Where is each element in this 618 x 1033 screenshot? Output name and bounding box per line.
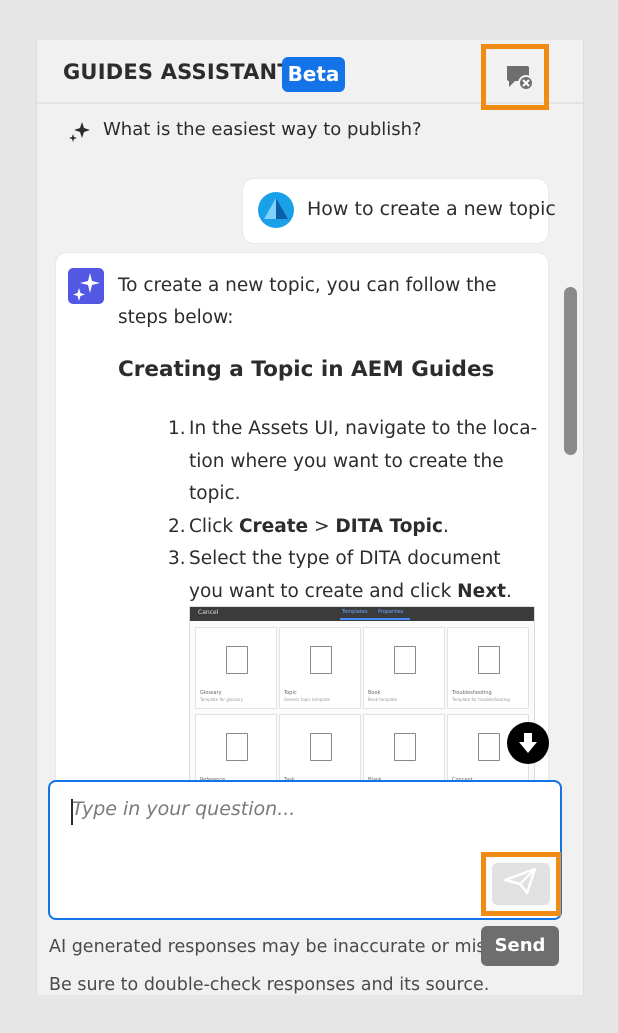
template-card-sub: Template for troubleshooting <box>452 697 510 702</box>
step-separator: > <box>308 515 336 537</box>
clear-chat-icon <box>507 66 534 91</box>
send-button[interactable] <box>481 852 561 916</box>
screenshot-tab: Properties <box>378 609 404 615</box>
template-card: Glossary Template for glossary <box>195 627 277 709</box>
step-punct: . <box>505 580 512 602</box>
panel-title: GUIDES ASSISTANT <box>63 60 292 84</box>
send-tooltip: Send <box>481 926 559 966</box>
document-icon <box>310 733 332 761</box>
step-text: In the Assets UI, navigate to the loca-t… <box>189 418 538 504</box>
step-bold-dita-topic: DITA Topic <box>335 515 443 537</box>
scroll-to-bottom-button[interactable] <box>507 722 549 764</box>
step-bold-next: Next <box>457 580 506 602</box>
template-card: Topic Generic topic template <box>279 627 361 709</box>
suggested-question[interactable]: What is the easiest way to publish? <box>67 118 487 148</box>
document-icon <box>478 733 500 761</box>
template-card-label: Book <box>368 690 381 696</box>
scrollbar-thumb[interactable] <box>564 287 577 455</box>
assistant-intro: To create a new topic, you can follow th… <box>118 275 497 328</box>
step-text: Click <box>189 515 239 537</box>
assistant-message: To create a new topic, you can follow th… <box>55 252 549 834</box>
step-1: 1. In the Assets UI, navigate to the loca… <box>168 413 538 511</box>
user-message-text: How to create a new topic <box>307 198 556 220</box>
template-card-sub: Book template <box>368 697 398 702</box>
user-avatar-icon <box>258 192 294 228</box>
steps-list: 1. In the Assets UI, navigate to the loca… <box>168 413 538 608</box>
beta-badge: Beta <box>282 57 345 92</box>
ai-sparkle-logo-icon <box>68 268 104 304</box>
document-icon <box>394 646 416 674</box>
template-card-label: Topic <box>284 690 297 696</box>
step-number: 2. <box>168 515 186 537</box>
assistant-heading: Creating a Topic in AEM Guides <box>118 357 495 382</box>
template-card-sub: Generic topic template <box>284 697 330 702</box>
template-card: Troubleshooting Template for troubleshoot… <box>447 627 529 709</box>
step-bold-create: Create <box>238 515 309 537</box>
screenshot-title: Cancel <box>198 609 219 616</box>
document-icon <box>226 733 248 761</box>
template-card-label: Glossary <box>200 690 222 696</box>
document-icon <box>478 646 500 674</box>
disclaimer-line-2: Be sure to double-check responses and it… <box>49 975 490 995</box>
user-message: How to create a new topic <box>242 178 556 244</box>
template-card: Book Book template <box>363 627 445 709</box>
step-number: 3. <box>168 548 186 569</box>
step-number: 1. <box>168 418 186 439</box>
step-punct: . <box>442 515 449 537</box>
question-input[interactable] <box>70 796 544 880</box>
step-text: Select the type of DITA document you wan… <box>189 548 501 602</box>
send-icon <box>503 867 537 895</box>
document-icon <box>226 646 248 674</box>
document-icon <box>310 646 332 674</box>
document-icon <box>394 733 416 761</box>
arrow-down-icon <box>519 733 537 753</box>
step-3: 3. Select the type of DITA document you w… <box>168 543 538 608</box>
step-2: 2. Click Create > DITA Topic. <box>168 511 538 544</box>
clear-chat-button[interactable] <box>481 44 549 110</box>
screenshot-tab: Templates <box>342 609 368 615</box>
template-card-label: Troubleshooting <box>452 690 492 696</box>
screenshot-tab-underline <box>340 618 410 620</box>
screenshot-toolbar: Cancel Templates Properties <box>190 607 534 621</box>
assistant-panel: GUIDES ASSISTANT Beta What is the easies… <box>36 40 584 995</box>
sparkle-icon <box>69 122 90 142</box>
suggested-question-text: What is the easiest way to publish? <box>103 119 422 140</box>
template-card-sub: Template for glossary <box>200 697 244 702</box>
